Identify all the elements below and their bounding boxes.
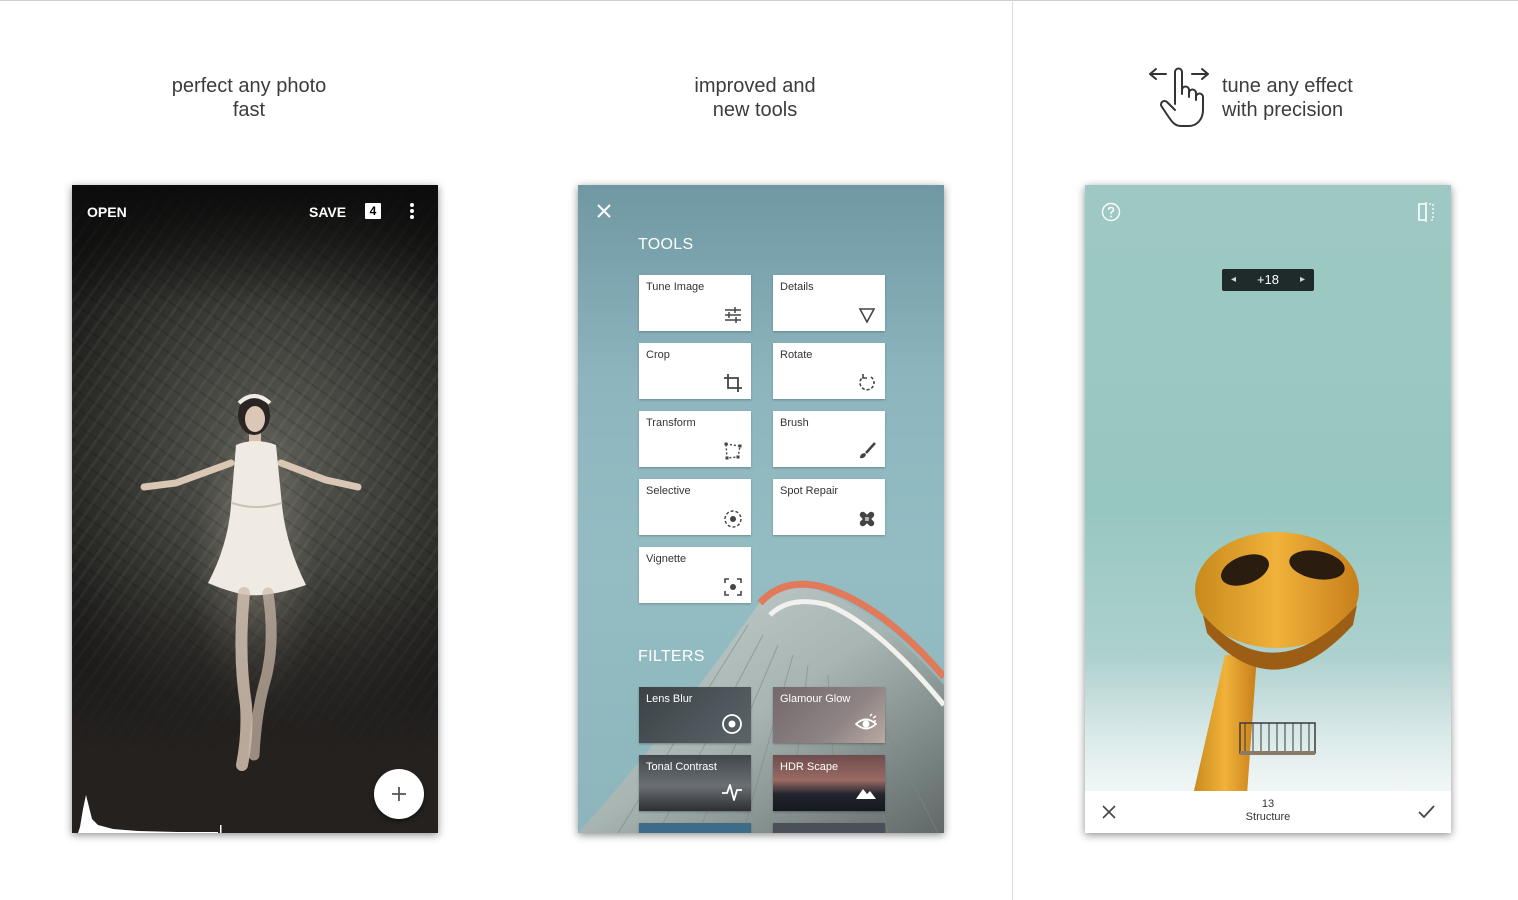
- caption-left-line-1: perfect any photo: [171, 75, 327, 97]
- tool-selective[interactable]: Selective: [639, 479, 751, 535]
- column-divider: [1012, 0, 1013, 900]
- adjust-bottom-bar: 13 Structure: [1085, 791, 1451, 833]
- filter-label: Glamour Glow: [780, 693, 851, 705]
- plus-icon: [392, 787, 406, 801]
- chevron-right-icon: ▸: [1299, 274, 1305, 285]
- triangle-down-icon: [858, 308, 876, 324]
- tools-heading: TOOLS: [638, 236, 694, 253]
- top-border: [0, 0, 1518, 1]
- caption-right-line-2: with precision: [1222, 99, 1344, 121]
- photo-woman-figure: [140, 394, 362, 771]
- tool-label: Vignette: [646, 553, 687, 565]
- editor-top-bar: OPEN SAVE 4: [72, 185, 438, 237]
- histogram-graph: [78, 795, 222, 833]
- vignette-icon: [724, 578, 742, 596]
- filter-tile-partial-left[interactable]: [639, 823, 751, 833]
- add-edit-fab[interactable]: [374, 769, 424, 819]
- open-button[interactable]: OPEN: [87, 204, 127, 220]
- phone-editor-screen: OPEN SAVE 4: [72, 185, 438, 833]
- filter-hdr-scape[interactable]: HDR Scape: [773, 755, 885, 811]
- sliders-icon: [725, 307, 741, 323]
- save-button[interactable]: SAVE: [309, 204, 346, 220]
- filter-tonal-contrast[interactable]: Tonal Contrast: [639, 755, 751, 811]
- caption-left-line-2: fast: [232, 99, 266, 121]
- target-icon: [722, 714, 742, 734]
- caption-middle-line-1: improved and: [694, 75, 816, 97]
- tool-details[interactable]: Details: [773, 275, 885, 331]
- filter-label: HDR Scape: [780, 761, 839, 773]
- pulse-icon: [722, 784, 742, 801]
- mountain-icon: [856, 789, 876, 799]
- tool-label: Transform: [646, 417, 696, 429]
- crop-icon: [724, 374, 742, 392]
- filter-lens-blur[interactable]: Lens Blur: [639, 687, 751, 743]
- phone-tools-screen: TOOLS Tune Image Details Crop Rotate Tra…: [578, 185, 944, 833]
- adjust-value: +18: [1256, 272, 1280, 287]
- parameter-name: Structure: [1245, 811, 1291, 823]
- tool-label: Spot Repair: [780, 485, 839, 497]
- tool-spot-repair[interactable]: Spot Repair: [773, 479, 885, 535]
- filter-label: Lens Blur: [646, 693, 693, 705]
- more-menu-icon[interactable]: [406, 202, 418, 222]
- bandage-icon: [859, 511, 875, 527]
- filter-label: Tonal Contrast: [646, 761, 717, 773]
- chevron-left-icon: ◂: [1231, 274, 1237, 285]
- photo-building-curve: [578, 580, 944, 833]
- caption-left: perfect any photo fast: [130, 74, 368, 122]
- adjust-value-pill[interactable]: ◂ +18 ▸: [1222, 269, 1314, 291]
- tool-label: Crop: [646, 349, 670, 361]
- transform-icon: [724, 442, 742, 460]
- edit-stack-badge[interactable]: 4: [365, 203, 381, 219]
- apply-check-icon[interactable]: [1417, 804, 1435, 820]
- brush-icon: [860, 442, 876, 459]
- selective-icon: [724, 510, 742, 528]
- close-icon[interactable]: [596, 203, 612, 219]
- caption-right-line-1: tune any effect: [1222, 75, 1353, 97]
- tool-label: Selective: [646, 485, 691, 497]
- filter-glamour-glow[interactable]: Glamour Glow: [773, 687, 885, 743]
- caption-right: tune any effect with precision: [1222, 74, 1362, 122]
- tool-label: Brush: [780, 417, 809, 429]
- tool-tune-image[interactable]: Tune Image: [639, 275, 751, 331]
- tool-vignette[interactable]: Vignette: [639, 547, 751, 603]
- eye-icon: [855, 713, 877, 730]
- filters-heading: FILTERS: [638, 648, 705, 665]
- filter-tile-partial-right[interactable]: [773, 823, 885, 833]
- tool-transform[interactable]: Transform: [639, 411, 751, 467]
- tool-brush[interactable]: Brush: [773, 411, 885, 467]
- caption-middle-line-2: new tools: [712, 99, 798, 121]
- tool-label: Rotate: [780, 349, 813, 361]
- compare-icon[interactable]: [1416, 202, 1436, 222]
- parameter-value: 13: [1261, 798, 1275, 810]
- rotate-icon: [859, 374, 875, 391]
- tool-label: Tune Image: [646, 281, 705, 293]
- caption-middle: improved and new tools: [640, 74, 870, 122]
- tool-crop[interactable]: Crop: [639, 343, 751, 399]
- help-icon[interactable]: [1101, 202, 1121, 222]
- tool-rotate[interactable]: Rotate: [773, 343, 885, 399]
- phone-adjust-screen: ◂ +18 ▸ 13 Structure: [1085, 185, 1451, 833]
- tool-label: Details: [780, 281, 814, 293]
- swipe-hand-icon: [1149, 67, 1209, 127]
